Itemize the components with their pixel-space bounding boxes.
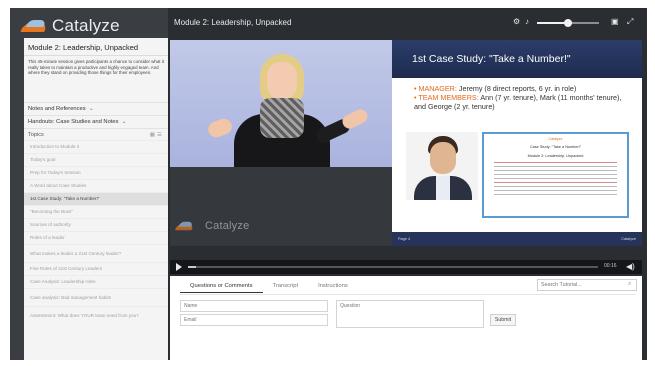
presentation-slide: 1st Case Study: "Take a Number!" • MANAG… <box>392 40 642 246</box>
case-study-document-thumbnail: Catalyze Case Study: "Take a Number!" Mo… <box>482 132 629 218</box>
seek-bar[interactable] <box>188 266 598 268</box>
topic-item[interactable]: Assessment: What does YOUR team need fro… <box>24 306 168 324</box>
settings-gear-icon[interactable]: ⚙ <box>513 17 520 27</box>
player-title: Module 2: Leadership, Unpacked <box>174 18 292 27</box>
manager-text: Jeremy (8 direct reports, 6 yr. in role) <box>458 84 577 93</box>
grid-view-icon[interactable]: ▦ <box>150 132 157 138</box>
catalyze-logo-icon <box>174 220 194 231</box>
team-label: TEAM MEMBERS: <box>418 93 479 102</box>
chevron-down-icon: ⌄ <box>88 106 94 112</box>
video-control-bar: 00:16 ◀) <box>170 260 642 274</box>
topic-item[interactable]: Roles of a leader <box>24 231 168 244</box>
module-title: Module 2: Leadership, Unpacked <box>24 38 168 56</box>
topic-item[interactable]: Five Roles of 21st Century Leaders <box>24 262 168 275</box>
video-watermark: Catalyze <box>174 218 250 234</box>
module-panel: Module 2: Leadership, Unpacked This 45-m… <box>24 38 168 360</box>
search-tutorial-input[interactable] <box>537 279 637 291</box>
topic-label: Roles of a leader <box>30 235 65 241</box>
manager-label: MANAGER: <box>418 84 457 93</box>
handouts-label: Handouts: Case Studies and Notes <box>28 119 119 125</box>
topic-item[interactable]: Prep for Today's Session <box>24 166 168 179</box>
topic-item[interactable]: Sources of authority <box>24 218 168 231</box>
player-top-controls: ⚙ ♪ ▣ ⤢ <box>513 17 639 29</box>
topic-item[interactable]: Introduction to Module 2 <box>24 140 168 153</box>
topic-label: Today's goal <box>30 157 56 163</box>
seek-bar-progress <box>188 266 197 268</box>
slide-footer: Page 4 Catalyze <box>392 232 642 246</box>
tab-divider <box>180 294 636 295</box>
volume-icon[interactable]: ◀) <box>626 262 635 271</box>
slide-footer-brand: Catalyze <box>621 237 636 241</box>
submit-button[interactable]: Submit <box>490 314 516 326</box>
slide-bullet-manager: • MANAGER: Jeremy (8 direct reports, 6 y… <box>414 84 577 93</box>
volume-slider-knob[interactable] <box>564 19 572 27</box>
doc-subtitle: Module 2: Leadership, Unpacked <box>527 154 584 158</box>
topic-item[interactable]: "Becoming the Boss" <box>24 205 168 218</box>
course-player-window: Catalyze Module 2: Leadership, Unpacked … <box>10 8 647 360</box>
tab-questions[interactable]: Questions or Comments <box>180 281 263 293</box>
speaker-icon[interactable]: ♪ <box>525 17 529 27</box>
notes-references-toggle[interactable]: Notes and References ⌄ <box>24 102 168 115</box>
topic-label: A Word about Case Studies <box>30 183 87 189</box>
time-display: 00:16 <box>604 263 617 269</box>
handouts-toggle[interactable]: Handouts: Case Studies and Notes ⌄ <box>24 115 168 128</box>
topic-item[interactable]: 1st Case Study: "Take a Number!" <box>24 192 168 205</box>
sidebar: Catalyze Module 2: Leadership, Unpacked … <box>10 8 168 360</box>
slide-body: • MANAGER: Jeremy (8 direct reports, 6 y… <box>392 78 642 111</box>
search-icon[interactable]: ⌕ <box>628 281 631 288</box>
module-description: This 45-minute session gives participant… <box>28 59 164 76</box>
brand-logo: Catalyze <box>20 12 120 40</box>
picture-in-picture-icon[interactable]: ▣ <box>611 17 619 27</box>
video-area[interactable]: 1st Case Study: "Take a Number!" • MANAG… <box>170 40 642 246</box>
watermark-text: Catalyze <box>205 220 250 232</box>
topic-label: Five Roles of 21st Century Leaders <box>30 266 103 272</box>
topic-item[interactable]: Today's goal <box>24 153 168 166</box>
manager-headshot-image <box>406 132 478 200</box>
list-view-icon[interactable]: ☰ <box>157 132 164 138</box>
play-icon[interactable] <box>176 263 182 271</box>
fullscreen-icon[interactable]: ⤢ <box>627 17 633 27</box>
topic-label: "Becoming the Boss" <box>30 209 73 215</box>
topic-label: Introduction to Module 2 <box>30 144 80 150</box>
presenter-video <box>170 40 392 167</box>
topic-label: Prep for Today's Session <box>30 170 81 176</box>
topics-header: Topics ▦☰ <box>24 128 168 140</box>
slide-bullet-team: • TEAM MEMBERS: Ann (7 yr. tenure), Mark… <box>414 93 622 111</box>
topic-list: Introduction to Module 2 Today's goal Prep… <box>24 140 168 324</box>
interaction-panel: Questions or Comments Transcript Instruc… <box>170 276 642 360</box>
question-field[interactable] <box>336 300 484 328</box>
tab-instructions[interactable]: Instructions <box>308 281 358 293</box>
email-field[interactable] <box>180 314 328 326</box>
brand-name: Catalyze <box>52 16 120 35</box>
topic-item[interactable]: What makes a leader a 21st Century leade… <box>24 244 168 262</box>
topic-item[interactable]: Case analysis: Bad management habits <box>24 288 168 306</box>
notes-label: Notes and References <box>28 106 86 112</box>
volume-slider[interactable] <box>537 19 599 27</box>
panel-tabs: Questions or Comments Transcript Instruc… <box>180 281 358 293</box>
topics-label: Topics <box>28 132 44 138</box>
topic-item[interactable]: Case Analysis: Leadership roles <box>24 275 168 288</box>
chevron-down-icon: ⌄ <box>121 119 127 125</box>
tab-transcript[interactable]: Transcript <box>263 281 309 293</box>
slide-heading: 1st Case Study: "Take a Number!" <box>392 40 642 78</box>
topic-label: Case Analysis: Leadership roles <box>30 279 96 285</box>
doc-title: Case Study: "Take a Number!" <box>529 145 582 149</box>
topic-label: Case analysis: Bad management habits <box>30 294 111 300</box>
topic-label: Assessment: What does YOUR team need fro… <box>30 312 139 318</box>
topic-label: 1st Case Study: "Take a Number!" <box>30 196 100 202</box>
topic-label: What makes a leader a 21st Century leade… <box>30 250 122 256</box>
name-field[interactable] <box>180 300 328 312</box>
catalyze-logo-icon <box>20 18 48 34</box>
topic-item[interactable]: A Word about Case Studies <box>24 179 168 192</box>
slide-page-number: Page 4 <box>398 237 411 241</box>
doc-header: Catalyze <box>548 137 563 141</box>
topic-label: Sources of authority <box>30 222 71 228</box>
